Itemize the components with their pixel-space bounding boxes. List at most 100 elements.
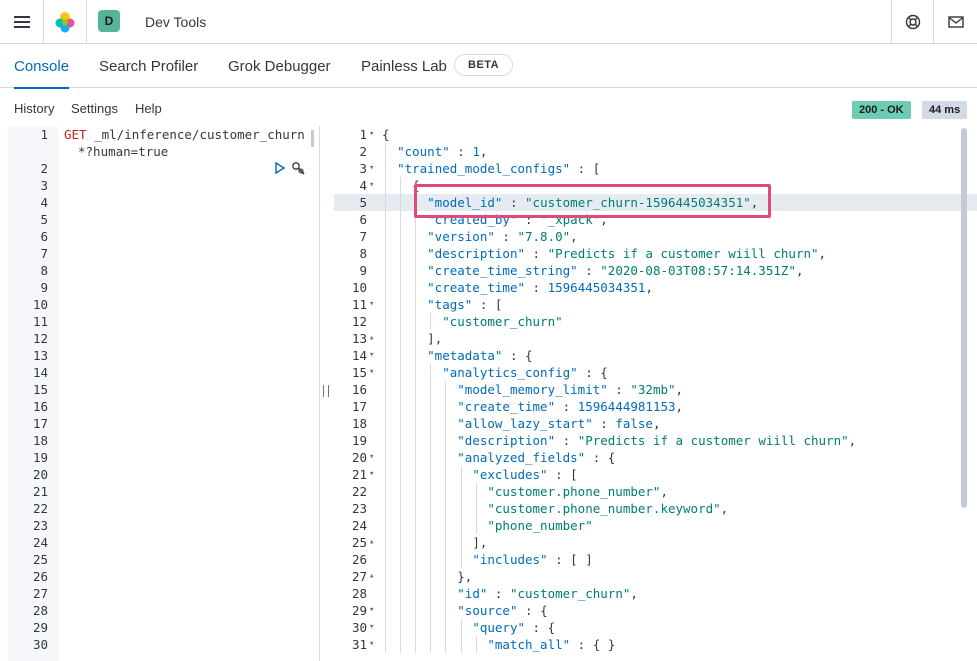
response-line: "create_time_string" : "2020-08-03T08:57…: [427, 263, 804, 278]
tab-console[interactable]: Console: [14, 45, 70, 89]
response-line: "allow_lazy_start" : false,: [457, 416, 661, 431]
settings-link[interactable]: Settings: [71, 101, 118, 116]
beta-badge: BETA: [454, 54, 514, 76]
fold-toggle-icon[interactable]: ▾: [369, 466, 374, 483]
response-line: "includes" : [ ]: [472, 552, 593, 567]
wrench-icon[interactable]: [291, 161, 306, 176]
line-number: 2: [359, 144, 367, 159]
request-gutter: 1 2 3 4 5 6 7 8 9 10 11 12 13 14 15 16 17 18 19 20 21 22 23 24 2…: [8, 126, 58, 661]
fold-toggle-icon[interactable]: ▴: [369, 568, 374, 585]
fold-toggle-icon[interactable]: ▾: [369, 602, 374, 619]
dev-tools-tabs: Console Search Profiler Grok Debugger Pa…: [0, 45, 977, 89]
line-number: 20: [32, 467, 48, 482]
response-scrollbar[interactable]: [961, 128, 967, 508]
request-method: GET: [64, 127, 87, 142]
request-time-badge: 44 ms: [922, 101, 968, 119]
line-number: 25: [351, 535, 367, 550]
line-number: 20: [351, 450, 367, 465]
line-number: 11: [32, 314, 48, 329]
line-number: 14: [351, 348, 367, 363]
header-divider: [86, 0, 87, 44]
response-line: "analytics_config" : {: [442, 365, 608, 380]
fold-toggle-icon[interactable]: ▾: [369, 347, 374, 364]
request-scrollbar[interactable]: [311, 130, 314, 147]
response-line: "customer_churn": [442, 314, 563, 329]
response-line: "metadata" : {: [427, 348, 533, 363]
space-avatar[interactable]: D: [98, 10, 120, 32]
line-number: 22: [32, 501, 48, 516]
fold-toggle-icon[interactable]: ▾: [369, 364, 374, 381]
response-line: ],: [472, 535, 488, 550]
fold-toggle-icon[interactable]: ▾: [369, 296, 374, 313]
line-number: 30: [351, 620, 367, 635]
fold-toggle-icon[interactable]: ▾: [369, 636, 374, 653]
breadcrumb-dev-tools: Dev Tools: [145, 14, 207, 30]
line-number: 27: [32, 586, 48, 601]
line-number: 21: [351, 467, 367, 482]
response-line: "count" : 1,: [397, 144, 488, 159]
play-icon[interactable]: [274, 161, 286, 175]
tab-painless-lab[interactable]: Painless Lab: [361, 45, 447, 88]
panel-resize-handle[interactable]: [323, 385, 329, 397]
line-number: 15: [32, 382, 48, 397]
request-editor[interactable]: 1 2 3 4 5 6 7 8 9 10 11 12 13 14 15 16 17 18 19 20 21 22 23 24 2…: [8, 126, 320, 661]
response-line: "id" : "customer_churn",: [457, 586, 638, 601]
line-number: 22: [351, 484, 367, 499]
response-line: "phone_number": [487, 518, 593, 533]
line-number: 1: [359, 127, 367, 142]
line-number: [8, 143, 48, 160]
fold-toggle-icon[interactable]: ▾: [369, 619, 374, 636]
response-line: },: [457, 569, 473, 584]
line-number: 23: [351, 501, 367, 516]
response-line: "model_memory_limit" : "32mb",: [457, 382, 684, 397]
line-number: 30: [32, 637, 48, 652]
line-number: 5: [40, 212, 48, 227]
line-number: 18: [32, 433, 48, 448]
hamburger-icon[interactable]: [0, 0, 43, 44]
response-line: "analyzed_fields" : {: [457, 450, 616, 465]
line-number: 17: [351, 399, 367, 414]
line-number: 4: [359, 178, 367, 193]
request-line[interactable]: GET _ml/inference/customer_churn: [64, 126, 305, 143]
elastic-logo-icon[interactable]: [44, 0, 86, 44]
line-number: 29: [32, 620, 48, 635]
response-line: "create_time" : 1596445034351,: [427, 280, 653, 295]
fold-toggle-icon[interactable]: ▴: [369, 534, 374, 551]
fold-toggle-icon[interactable]: ▾: [369, 160, 374, 177]
line-number: 31: [351, 637, 367, 652]
line-number: 7: [359, 229, 367, 244]
line-number: 10: [351, 280, 367, 295]
help-icon[interactable]: [892, 0, 933, 44]
line-number: 29: [351, 603, 367, 618]
tab-search-profiler[interactable]: Search Profiler: [99, 45, 198, 88]
response-line: "create_time" : 1596444981153,: [457, 399, 684, 414]
line-number: 2: [40, 161, 48, 176]
fold-toggle-icon[interactable]: ▾: [369, 177, 374, 194]
status-badge: 200 - OK: [852, 101, 911, 119]
line-number: 13: [351, 331, 367, 346]
mail-icon[interactable]: [934, 0, 977, 44]
line-number: 13: [32, 348, 48, 363]
fold-toggle-icon[interactable]: ▴: [369, 330, 374, 347]
line-number: 1: [40, 127, 48, 142]
app-header: D Dev Tools: [0, 0, 977, 44]
response-line: "version" : "7.8.0",: [427, 229, 578, 244]
line-number: 26: [32, 569, 48, 584]
line-number: 9: [359, 263, 367, 278]
request-path: _ml/inference/customer_churn: [86, 127, 305, 142]
line-number: 5: [359, 195, 367, 210]
request-line-continued: *?human=true: [78, 144, 169, 159]
response-line: {: [382, 127, 390, 142]
response-line: "match_all" : { }: [487, 637, 616, 652]
help-link[interactable]: Help: [135, 101, 162, 116]
fold-toggle-icon[interactable]: ▾: [369, 126, 374, 143]
line-number: 3: [359, 161, 367, 176]
response-line: "trained_model_configs" : [: [397, 161, 601, 176]
line-number: 21: [32, 484, 48, 499]
line-number: 19: [351, 433, 367, 448]
fold-toggle-icon[interactable]: ▾: [369, 449, 374, 466]
history-link[interactable]: History: [14, 101, 54, 116]
line-number: 3: [40, 178, 48, 193]
line-number: 11: [351, 297, 367, 312]
tab-grok-debugger[interactable]: Grok Debugger: [228, 45, 331, 88]
